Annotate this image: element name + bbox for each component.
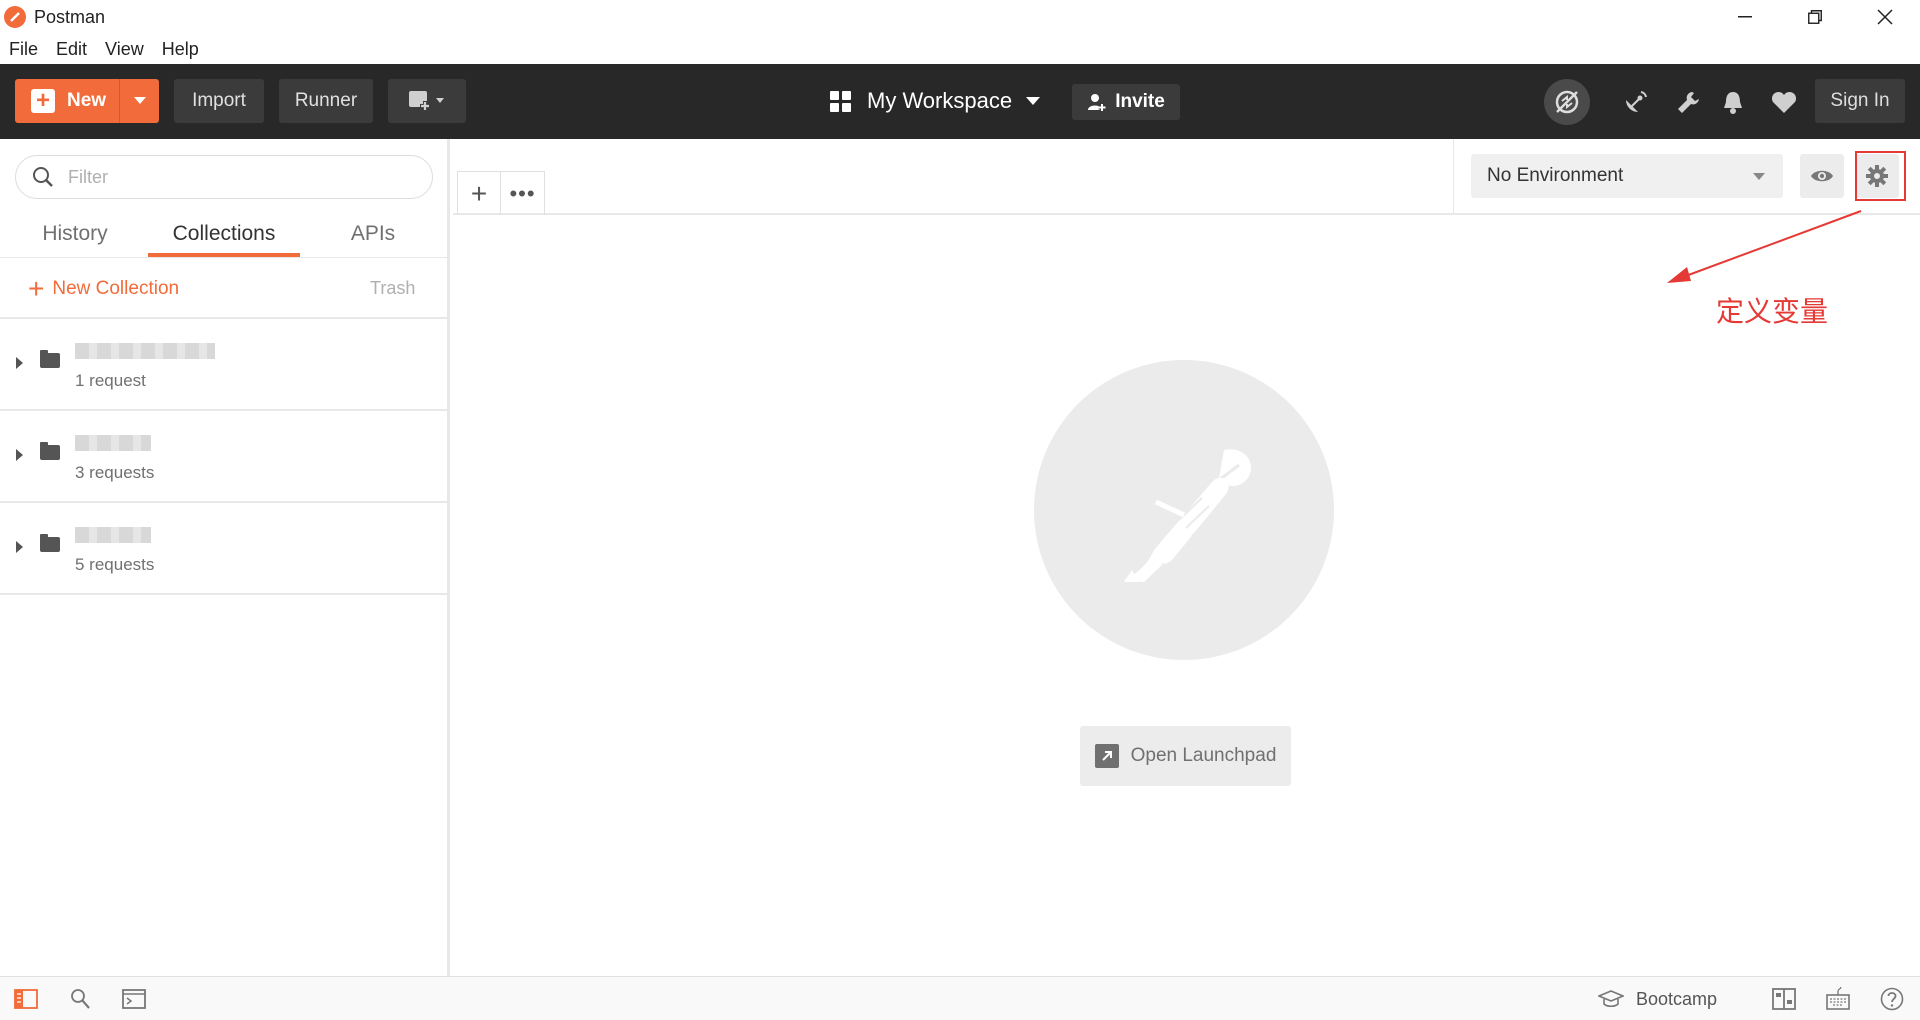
environment-select[interactable]: No Environment <box>1471 154 1783 198</box>
satellite-icon[interactable] <box>1620 88 1650 118</box>
wrench-icon[interactable] <box>1673 88 1703 118</box>
folder-icon <box>40 350 60 368</box>
caret-right-icon[interactable] <box>16 357 23 369</box>
menu-bar: File Edit View Help <box>0 34 1920 64</box>
workspace-label: My Workspace <box>867 88 1013 113</box>
folder-icon <box>40 442 60 460</box>
add-window-icon <box>409 91 444 111</box>
new-collection-label: New Collection <box>52 278 180 299</box>
environment-area: No Environment <box>1453 139 1920 215</box>
collection-item[interactable]: 1 request <box>0 319 447 409</box>
plus-icon: + <box>31 89 55 113</box>
divider <box>0 593 447 595</box>
status-bar: Bootcamp <box>0 976 1920 1020</box>
sync-off-icon[interactable] <box>1544 79 1590 125</box>
collection-item[interactable]: 5 requests <box>0 503 447 593</box>
add-user-icon <box>1088 94 1106 111</box>
new-dropdown-button[interactable] <box>119 79 159 123</box>
open-launchpad-label: Open Launchpad <box>1130 745 1277 766</box>
menu-edit[interactable]: Edit <box>56 39 87 60</box>
postman-astronaut-icon <box>1124 449 1252 582</box>
new-window-button[interactable] <box>388 79 466 123</box>
search-icon <box>33 167 53 187</box>
filter-input[interactable]: Filter <box>15 155 433 199</box>
collection-name-redacted <box>75 343 215 359</box>
import-button[interactable]: Import <box>174 79 264 123</box>
invite-label: Invite <box>1115 91 1165 112</box>
minimize-button[interactable] <box>1710 0 1780 34</box>
tab-apis[interactable]: APIs <box>318 211 428 257</box>
new-collection-button[interactable]: + New Collection <box>28 275 179 303</box>
divider <box>0 257 447 258</box>
collection-request-count: 5 requests <box>75 555 155 574</box>
new-button-label: New <box>67 90 107 111</box>
annotation-label: 定义变量 <box>1716 295 1829 328</box>
window-title: Postman <box>34 6 106 27</box>
caret-right-icon[interactable] <box>16 449 23 461</box>
annotation-highlight-box <box>1855 151 1906 201</box>
environment-quick-look-button[interactable] <box>1800 154 1844 198</box>
collection-name-redacted <box>75 435 151 451</box>
new-button[interactable]: + New <box>15 79 159 123</box>
tab-history[interactable]: History <box>20 211 130 257</box>
bootcamp-button[interactable]: Bootcamp <box>1598 977 1717 1020</box>
window-controls <box>1710 0 1920 34</box>
external-link-icon <box>1094 744 1119 768</box>
environment-value: No Environment <box>1487 165 1624 186</box>
close-button[interactable] <box>1850 0 1920 34</box>
menu-file[interactable]: File <box>9 39 38 60</box>
workspace-grid-icon <box>830 90 851 112</box>
filter-placeholder: Filter <box>68 166 108 187</box>
main-area: + ••• No Environment 定义变量 Open Launchpad <box>453 139 1920 976</box>
eye-icon <box>1811 170 1833 182</box>
help-icon[interactable] <box>1880 987 1904 1011</box>
find-replace-icon[interactable] <box>68 987 92 1011</box>
toggle-sidebar-icon[interactable] <box>14 987 38 1011</box>
invite-button[interactable]: Invite <box>1072 84 1180 120</box>
collection-item[interactable]: 3 requests <box>0 411 447 501</box>
more-tabs-button[interactable]: ••• <box>501 171 545 215</box>
chevron-down-icon <box>1026 96 1041 105</box>
open-launchpad-button[interactable]: Open Launchpad <box>1080 726 1291 786</box>
console-icon[interactable] <box>122 987 146 1011</box>
heart-icon[interactable] <box>1769 88 1799 118</box>
runner-button[interactable]: Runner <box>279 79 373 123</box>
collection-request-count: 1 request <box>75 371 146 390</box>
chevron-down-icon <box>133 97 146 104</box>
menu-view[interactable]: View <box>105 39 144 60</box>
two-pane-view-icon[interactable] <box>1772 987 1796 1011</box>
request-tab-bar: + ••• No Environment <box>453 139 1920 215</box>
caret-right-icon[interactable] <box>16 541 23 553</box>
annotation-arrow <box>1667 210 1862 283</box>
collection-name-redacted <box>75 527 151 543</box>
restore-button[interactable] <box>1780 0 1850 34</box>
chevron-down-icon <box>1753 173 1765 180</box>
menu-help[interactable]: Help <box>162 39 199 60</box>
add-tab-button[interactable]: + <box>457 171 501 215</box>
collection-request-count: 3 requests <box>75 463 155 482</box>
keyboard-shortcuts-icon[interactable] <box>1826 987 1850 1011</box>
header-toolbar: + New Import Runner My Workspace Invite <box>0 64 1920 139</box>
graduation-cap-icon <box>1598 990 1624 1008</box>
sidebar: Filter History Collections APIs + New Co… <box>0 139 450 976</box>
workspace-selector[interactable]: My Workspace <box>830 79 1041 123</box>
bell-icon[interactable] <box>1718 88 1748 118</box>
plus-icon: + <box>28 273 45 304</box>
title-bar: Postman <box>0 0 1920 34</box>
postman-logo-icon <box>4 6 26 28</box>
sign-in-button[interactable]: Sign In <box>1815 79 1905 123</box>
bootcamp-label: Bootcamp <box>1636 988 1718 1009</box>
sidebar-tabs: History Collections APIs <box>0 211 447 257</box>
trash-link[interactable]: Trash <box>370 278 415 299</box>
folder-icon <box>40 534 60 552</box>
tab-collections[interactable]: Collections <box>148 211 300 257</box>
postman-hero-logo <box>1034 360 1334 660</box>
